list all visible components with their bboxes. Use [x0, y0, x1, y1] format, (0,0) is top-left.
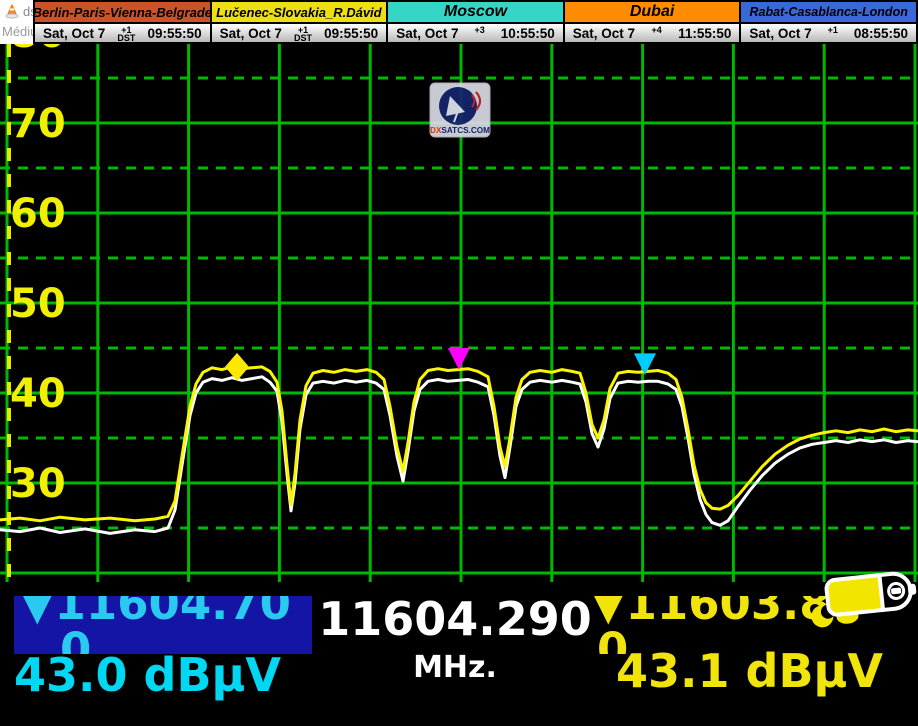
svg-text:70: 70 — [10, 101, 66, 147]
vlc-cone-icon — [4, 3, 20, 25]
utc-offset: +1DST — [117, 26, 135, 42]
cyan-marker-level: 43.0 dBµV — [14, 648, 281, 702]
clock-date: Sat, Oct 7 — [43, 26, 105, 41]
clock-date: Sat, Oct 7 — [396, 26, 458, 41]
svg-text:80: 80 — [10, 44, 66, 57]
logo-text-dx: DX — [430, 126, 442, 135]
utc-offset: +1DST — [294, 26, 312, 42]
clock-time: 11:55:50 — [678, 26, 731, 41]
clock-city-label: Moscow — [388, 2, 563, 22]
clock-panel: Moscow Sat, Oct 7 +3 10:55:50 — [386, 2, 563, 42]
center-frequency-value: 11604.290 — [300, 592, 610, 646]
clock-city-label: Dubai — [565, 2, 740, 22]
clock-date: Sat, Oct 7 — [220, 26, 282, 41]
readout-panel: ▼11604.70 0 43.0 dBµV 11604.290 MHz. ▼11… — [0, 582, 918, 726]
clock-panel: Berlin-Paris-Vienna-Belgrade Sat, Oct 7 +1… — [33, 2, 210, 42]
utc-offset: +4 — [651, 26, 661, 34]
clock-city-label: Rabat-Casablanca-London — [741, 2, 916, 22]
svg-text:40: 40 — [10, 371, 66, 417]
battery-icon — [806, 570, 918, 637]
clock-time-row: Sat, Oct 7 +1 08:55:50 — [741, 22, 916, 42]
clock-panel: Rabat-Casablanca-London Sat, Oct 7 +1 08:55… — [739, 2, 918, 42]
clock-time-row: Sat, Oct 7 +3 10:55:50 — [388, 22, 563, 42]
cyan-marker-frequency-value: ▼11604.70 — [14, 596, 312, 627]
yellow-marker-level: 43.1 dBµV — [616, 644, 883, 698]
clock-panel: Lučenec-Slovakia_R.Dávid Sat, Oct 7 +1DST 0… — [210, 2, 387, 42]
dxsatcs-logo: DXSATCS.COM — [429, 82, 491, 143]
utc-offset: +1 — [828, 26, 838, 34]
clock-date: Sat, Oct 7 — [749, 26, 811, 41]
clock-panel: Dubai Sat, Oct 7 +4 11:55:50 — [563, 2, 740, 42]
clock-time-row: Sat, Oct 7 +4 11:55:50 — [565, 22, 740, 42]
clock-time: 09:55:50 — [324, 26, 378, 41]
clock-time-row: Sat, Oct 7 +1DST 09:55:50 — [212, 22, 387, 42]
logo-text-rest: SATCS.COM — [441, 126, 490, 135]
cyan-marker-frequency-field[interactable]: ▼11604.70 0 — [14, 596, 312, 654]
svg-text:50: 50 — [10, 281, 66, 327]
world-clock-bar: Berlin-Paris-Vienna-Belgrade Sat, Oct 7 +1… — [33, 0, 918, 44]
svg-text:60: 60 — [10, 191, 66, 237]
center-frequency-unit: MHz. — [300, 650, 610, 685]
utc-offset: +3 — [474, 26, 484, 34]
clock-city-label: Lučenec-Slovakia_R.Dávid — [212, 2, 387, 22]
svg-text:DXSATCS.COM: DXSATCS.COM — [430, 126, 490, 135]
clock-date: Sat, Oct 7 — [573, 26, 635, 41]
clock-time: 08:55:50 — [854, 26, 908, 41]
clock-time: 09:55:50 — [148, 26, 202, 41]
clock-city-label: Berlin-Paris-Vienna-Belgrade — [35, 2, 210, 22]
svg-text:30: 30 — [10, 461, 66, 507]
clock-time-row: Sat, Oct 7 +1DST 09:55:50 — [35, 22, 210, 42]
satellite-analyzer-screen: ds Médiu Berlin-Paris-Vienna-BelgradeSat… — [0, 0, 918, 726]
clock-time: 10:55:50 — [501, 26, 555, 41]
